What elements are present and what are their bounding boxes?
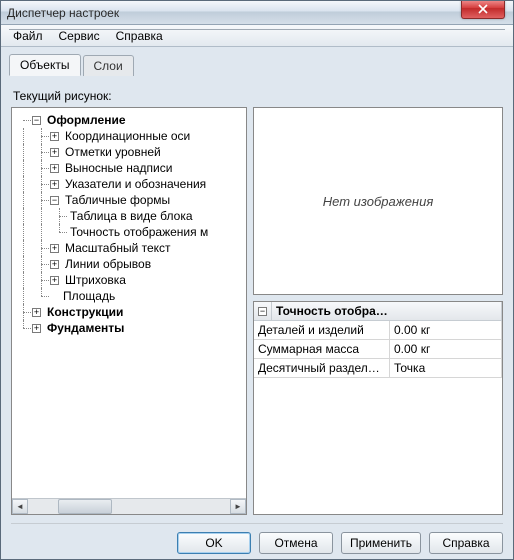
tree-leaf[interactable]: Точность отображения м: [14, 224, 244, 240]
tree-node[interactable]: +Координационные оси: [14, 128, 244, 144]
grid-row[interactable]: Десятичный раздели… Точка: [254, 359, 502, 378]
expand-icon[interactable]: +: [50, 132, 59, 141]
tree-node[interactable]: +Выносные надписи: [14, 160, 244, 176]
grid-value[interactable]: Точка: [390, 359, 502, 377]
grid-title: Точность отобра…: [272, 302, 502, 321]
cancel-button[interactable]: Отмена: [259, 532, 333, 554]
grid-row[interactable]: Суммарная масса 0.00 кг: [254, 340, 502, 359]
tree-node[interactable]: +Конструкции: [14, 304, 244, 320]
expand-icon[interactable]: +: [50, 148, 59, 157]
tabbar: Объекты Слои: [9, 53, 505, 75]
right-pane: Нет изображения − Точность отобра… Детал…: [253, 107, 503, 515]
tree-node[interactable]: +Указатели и обозначения: [14, 176, 244, 192]
minus-icon: −: [258, 307, 267, 316]
collapse-icon[interactable]: −: [50, 196, 59, 205]
tree-body[interactable]: −Оформление +Координационные оси +Отметк…: [12, 108, 246, 498]
tab-layers[interactable]: Слои: [83, 55, 134, 76]
expand-icon[interactable]: +: [50, 180, 59, 189]
expand-icon[interactable]: +: [32, 324, 41, 333]
no-image-label: Нет изображения: [323, 194, 434, 209]
tree-node[interactable]: +Штриховка: [14, 272, 244, 288]
grid-header: − Точность отобра…: [254, 302, 502, 321]
current-drawing-label: Текущий рисунок:: [13, 89, 501, 103]
tree-node[interactable]: −Табличные формы: [14, 192, 244, 208]
scroll-thumb[interactable]: [58, 499, 112, 514]
grid-row[interactable]: Деталей и изделий 0.00 кг: [254, 321, 502, 340]
grid-value[interactable]: 0.00 кг: [390, 340, 502, 358]
grid-key: Деталей и изделий: [254, 321, 390, 339]
tree-pane: −Оформление +Координационные оси +Отметк…: [11, 107, 247, 515]
tree-node[interactable]: +Линии обрывов: [14, 256, 244, 272]
tree-node-root[interactable]: −Оформление: [14, 112, 244, 128]
tree-node[interactable]: +Фундаменты: [14, 320, 244, 336]
close-button[interactable]: [461, 0, 505, 19]
grid-collapse-cell[interactable]: −: [254, 302, 272, 321]
tree-node[interactable]: +Отметки уровней: [14, 144, 244, 160]
scroll-left-icon[interactable]: ◄: [12, 499, 28, 514]
tree-leaf[interactable]: Таблица в виде блока: [14, 208, 244, 224]
grid-key: Суммарная масса: [254, 340, 390, 358]
property-grid: − Точность отобра… Деталей и изделий 0.0…: [253, 301, 503, 515]
tab-underline: [9, 29, 505, 30]
tree-leaf[interactable]: Площадь: [14, 288, 244, 304]
expand-icon[interactable]: +: [50, 276, 59, 285]
titlebar[interactable]: Диспетчер настроек: [1, 1, 513, 25]
tab-objects[interactable]: Объекты: [9, 54, 81, 76]
preview-pane: Нет изображения: [253, 107, 503, 295]
collapse-icon[interactable]: −: [32, 116, 41, 125]
content-area: −Оформление +Координационные оси +Отметк…: [11, 107, 503, 515]
help-button[interactable]: Справка: [429, 532, 503, 554]
tree-node[interactable]: +Масштабный текст: [14, 240, 244, 256]
expand-icon[interactable]: +: [50, 260, 59, 269]
scroll-right-icon[interactable]: ►: [230, 499, 246, 514]
expand-icon[interactable]: +: [32, 308, 41, 317]
close-icon: [478, 4, 488, 14]
expand-icon[interactable]: +: [50, 244, 59, 253]
expand-icon[interactable]: +: [50, 164, 59, 173]
grid-value[interactable]: 0.00 кг: [390, 321, 502, 339]
settings-dialog: Диспетчер настроек Файл Сервис Справка О…: [0, 0, 514, 560]
grid-key: Десятичный раздели…: [254, 359, 390, 377]
scrollbar-horizontal[interactable]: ◄ ►: [12, 498, 246, 514]
apply-button[interactable]: Применить: [341, 532, 421, 554]
ok-button[interactable]: OK: [177, 532, 251, 554]
window-title: Диспетчер настроек: [7, 6, 119, 20]
scroll-track[interactable]: [112, 499, 230, 514]
dialog-footer: OK Отмена Применить Справка: [11, 523, 503, 554]
